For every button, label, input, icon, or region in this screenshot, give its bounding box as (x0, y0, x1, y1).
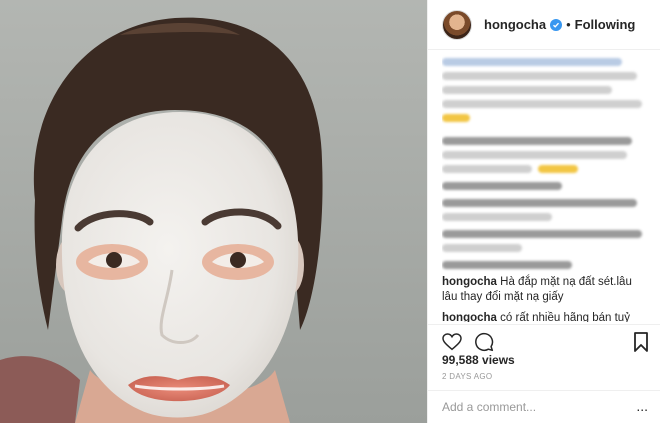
verified-badge-icon (550, 18, 563, 31)
comment-item: hongocha có rất nhiều hãng bán tuỷ vào l… (442, 311, 649, 322)
comments-list: hongocha Hà đắp mặt nạ đất sét.lâu lâu t… (442, 52, 649, 322)
blurred-comment-line (442, 213, 552, 221)
blurred-comment-line (442, 137, 632, 145)
following-button[interactable]: Following (575, 17, 636, 32)
heart-icon[interactable] (442, 333, 462, 351)
post-sidebar: hongocha • Following hongocha Hà đắp mặt… (427, 0, 660, 423)
comment-item: hongocha Hà đắp mặt nạ đất sét.lâu lâu t… (442, 275, 649, 305)
blurred-comment-line (442, 199, 637, 207)
blurred-caption-line (442, 86, 612, 94)
post-header: hongocha • Following (428, 0, 660, 50)
blurred-caption-line (442, 100, 642, 108)
divider (428, 390, 660, 391)
blurred-emoji (442, 114, 470, 122)
blurred-comment-line (442, 151, 627, 159)
blurred-comment-line (442, 261, 572, 269)
post-photo[interactable] (0, 0, 427, 423)
bookmark-icon[interactable] (633, 332, 649, 352)
blurred-comment-line (442, 244, 522, 252)
comment-icon[interactable] (474, 332, 494, 352)
comment-username[interactable]: hongocha (442, 312, 497, 322)
divider (428, 324, 660, 325)
blurred-emoji (538, 165, 578, 173)
blurred-caption-line (442, 58, 622, 66)
more-options-icon[interactable]: ... (636, 399, 648, 413)
avatar[interactable] (442, 9, 472, 40)
selfie-image (0, 0, 427, 423)
blurred-comment-line (442, 165, 532, 173)
add-comment-input[interactable] (442, 398, 622, 416)
blurred-comment-line (442, 182, 562, 190)
blurred-caption-line (442, 72, 637, 80)
action-bar (442, 330, 649, 354)
username-link[interactable]: hongocha (484, 17, 546, 32)
post-timestamp[interactable]: 2 DAYS AGO (442, 372, 492, 381)
comment-username[interactable]: hongocha (442, 276, 497, 288)
separator-dot: • (566, 17, 571, 32)
blurred-comment-line (442, 230, 642, 238)
view-count[interactable]: 99,588 views (442, 353, 515, 367)
